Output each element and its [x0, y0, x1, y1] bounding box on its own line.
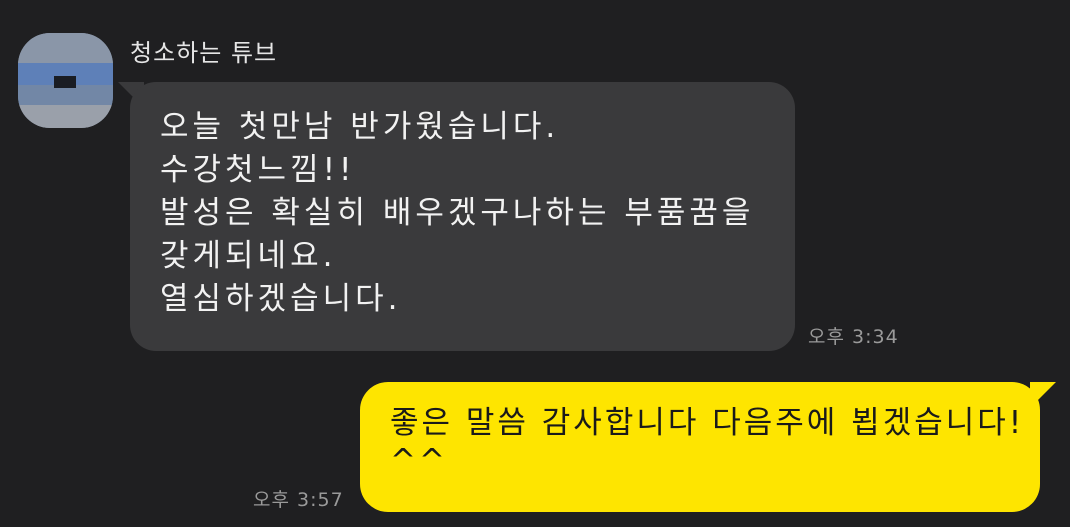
outgoing-message-time: 오후 3:57	[253, 489, 344, 511]
sender-avatar[interactable]	[18, 33, 113, 128]
message-line: 오늘 첫만남 반가웠습니다.	[160, 109, 560, 145]
message-line: 발성은 확실히 배우겠구나하는 부품꿈을	[160, 195, 755, 231]
sender-name: 청소하는 튜브	[130, 39, 278, 67]
message-line: 갖게되네요.	[160, 238, 337, 274]
message-line: 좋은 말씀 감사합니다 다음주에 뵙겠습니다!	[390, 405, 1025, 441]
avatar-pixel	[18, 105, 113, 128]
incoming-message-time: 오후 3:34	[808, 326, 899, 348]
avatar-pixel	[18, 85, 113, 105]
message-line: ^^	[390, 443, 448, 479]
incoming-message-bubble[interactable]: 오늘 첫만남 반가웠습니다. 수강첫느낌!! 발성은 확실히 배우겠구나하는 부…	[130, 82, 795, 351]
avatar-pixel	[54, 76, 76, 88]
outgoing-message-bubble[interactable]: 좋은 말씀 감사합니다 다음주에 뵙겠습니다! ^^	[360, 382, 1040, 512]
message-line: 열심하겠습니다.	[160, 281, 402, 317]
message-line: 수강첫느낌!!	[160, 152, 356, 188]
avatar-pixel	[18, 33, 113, 63]
